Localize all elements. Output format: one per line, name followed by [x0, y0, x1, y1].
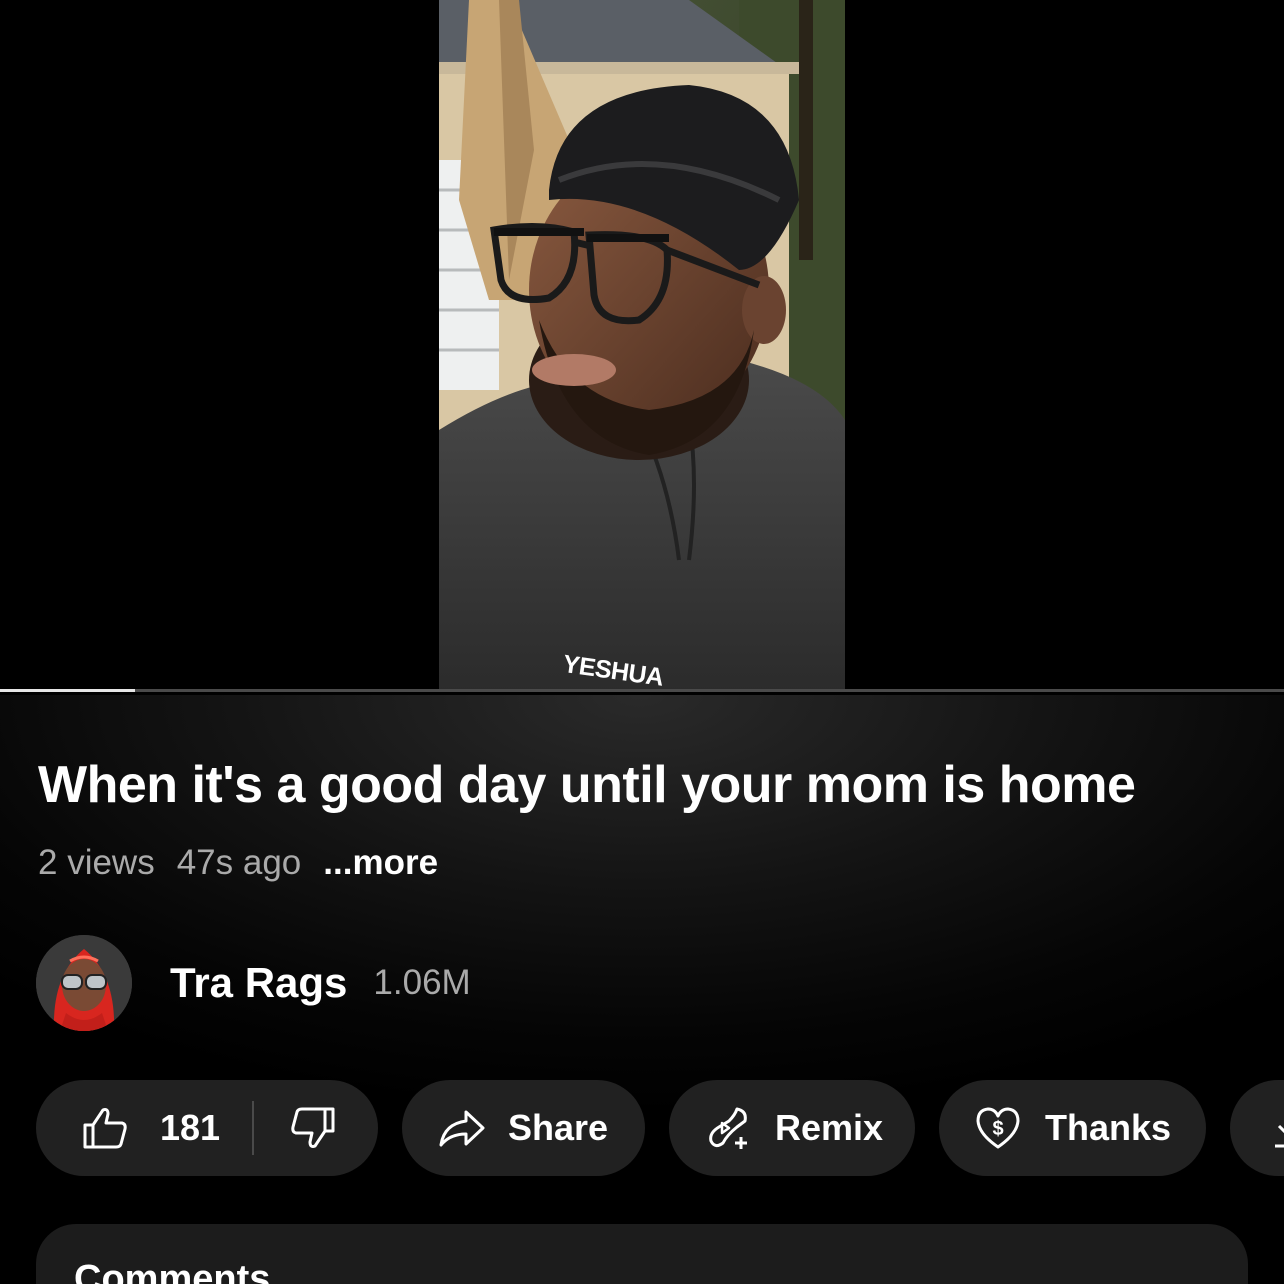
video-thumbnail-image — [439, 0, 845, 692]
comments-title: Comments — [74, 1258, 271, 1284]
share-button[interactable]: Share — [402, 1080, 645, 1176]
video-info-panel: When it's a good day until your mom is h… — [0, 695, 1284, 1284]
video-player[interactable]: YESHUA — [0, 0, 1284, 692]
remix-label: Remix — [775, 1107, 884, 1148]
remix-button[interactable]: Remix — [669, 1080, 915, 1176]
subscriber-count: 1.06M — [373, 963, 471, 1002]
like-dislike-pill: 181 — [36, 1080, 378, 1176]
channel-avatar-image — [36, 935, 132, 1031]
dislike-button[interactable] — [290, 1106, 336, 1150]
thumbs-down-icon — [291, 1107, 335, 1148]
thumbs-up-icon — [83, 1108, 127, 1149]
upload-age: 47s ago — [176, 843, 302, 882]
video-progress-fill — [0, 689, 135, 692]
view-count: 2 views — [38, 843, 155, 882]
action-bar: 181 Share Remix $ Thanks — [36, 1080, 1284, 1176]
video-meta[interactable]: 2 views 47s ago ...more — [38, 843, 460, 883]
video-title[interactable]: When it's a good day until your mom is h… — [38, 755, 1136, 815]
like-count: 181 — [160, 1107, 221, 1148]
more-link[interactable]: ...more — [323, 843, 438, 882]
svg-text:$: $ — [992, 1118, 1003, 1140]
download-button[interactable] — [1230, 1080, 1284, 1176]
like-divider — [252, 1101, 255, 1155]
video-frame[interactable]: YESHUA — [439, 0, 845, 692]
video-progress-bar[interactable] — [0, 689, 1284, 692]
comments-card[interactable]: Comments — [36, 1224, 1248, 1284]
avatar[interactable] — [36, 935, 132, 1031]
thanks-heart-dollar-icon: $ — [976, 1107, 1020, 1149]
remix-icon — [709, 1107, 747, 1149]
thanks-button[interactable]: $ Thanks — [939, 1080, 1206, 1176]
thanks-label: Thanks — [1045, 1107, 1172, 1148]
shorts-watch-page: YESHUA When it's a good day until your m… — [0, 0, 1284, 1284]
like-button[interactable]: 181 — [82, 1106, 220, 1150]
share-arrow-icon — [439, 1110, 485, 1147]
channel-row[interactable]: Tra Rags 1.06M — [36, 935, 471, 1031]
share-label: Share — [508, 1107, 609, 1148]
download-icon — [1275, 1124, 1284, 1148]
channel-name[interactable]: Tra Rags — [170, 959, 347, 1007]
